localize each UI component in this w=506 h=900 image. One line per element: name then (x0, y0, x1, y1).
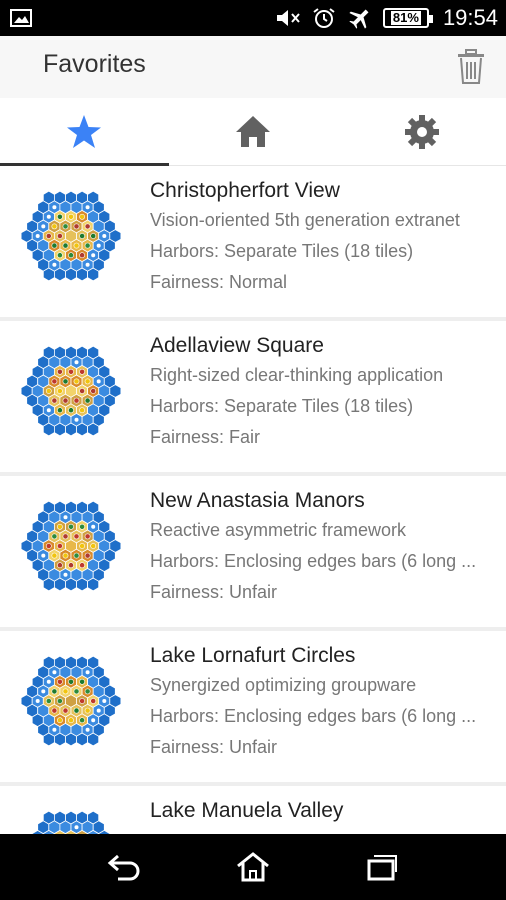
board-thumbnail (20, 345, 122, 437)
system-nav-bar (0, 834, 506, 900)
gear-icon (404, 114, 439, 149)
board-fairness: Fairness: Unfair (150, 737, 278, 757)
board-name: Lake Manuela Valley (150, 799, 344, 822)
board-fairness: Fairness: Unfair (150, 582, 278, 602)
board-thumbnail (31, 810, 111, 834)
board-description: Synergized optimizing groupware (150, 675, 417, 695)
list-item[interactable]: Adellaview Square Right-sized clear-thin… (0, 321, 506, 472)
clock: 19:54 (442, 5, 498, 30)
board-harbors: Harbors: Separate Tiles (18 tiles) (150, 396, 414, 416)
tab-home[interactable] (169, 98, 338, 165)
star-icon (67, 114, 102, 148)
alarm-icon (313, 8, 335, 28)
board-harbors: Harbors: Separate Tiles (18 tiles) (150, 241, 414, 261)
board-description: Vision-oriented 5th generation extranet (150, 210, 460, 230)
mute-icon (276, 10, 300, 26)
tab-bar (0, 98, 506, 166)
board-description: Right-sized clear-thinking application (150, 365, 444, 385)
app-bar: Favorites (0, 36, 506, 98)
back-button[interactable] (104, 847, 144, 887)
board-thumbnail (20, 655, 122, 747)
battery-percent: 81% (390, 10, 421, 25)
board-name: New Anastasia Manors (150, 489, 365, 512)
image-notification-icon (10, 9, 32, 27)
tab-favorites[interactable] (0, 98, 169, 166)
page-title: Favorites (43, 50, 146, 78)
home-button[interactable] (233, 847, 273, 887)
status-bar: 81% 19:54 (0, 0, 506, 36)
home-icon (236, 115, 270, 147)
recent-apps-icon (367, 855, 397, 881)
board-name: Adellaview Square (150, 334, 324, 357)
list-item[interactable]: Lake Manuela Valley (0, 786, 506, 834)
board-harbors: Harbors: Enclosing edges bars (6 long ..… (150, 706, 477, 726)
board-harbors: Harbors: Enclosing edges bars (6 long ..… (150, 551, 477, 571)
board-thumbnail (20, 500, 122, 592)
recent-apps-button[interactable] (362, 847, 402, 887)
back-icon (108, 854, 140, 881)
list-item[interactable]: Lake Lornafurt Circles Synergized optimi… (0, 631, 506, 782)
tab-settings[interactable] (337, 98, 506, 165)
board-thumbnail (20, 190, 122, 282)
battery-indicator: 81% (382, 8, 433, 28)
airplane-mode-icon (349, 9, 369, 29)
favorites-list[interactable]: Christopherfort View Vision-oriented 5th… (0, 166, 506, 834)
board-name: Lake Lornafurt Circles (150, 644, 356, 667)
board-description: Reactive asymmetric framework (150, 520, 407, 540)
home-outline-icon (237, 852, 269, 882)
board-fairness: Fairness: Fair (150, 427, 261, 447)
trash-icon[interactable] (456, 49, 486, 85)
list-item[interactable]: Christopherfort View Vision-oriented 5th… (0, 166, 506, 317)
board-fairness: Fairness: Normal (150, 272, 288, 292)
list-item[interactable]: New Anastasia Manors Reactive asymmetric… (0, 476, 506, 627)
board-name: Christopherfort View (150, 179, 340, 202)
